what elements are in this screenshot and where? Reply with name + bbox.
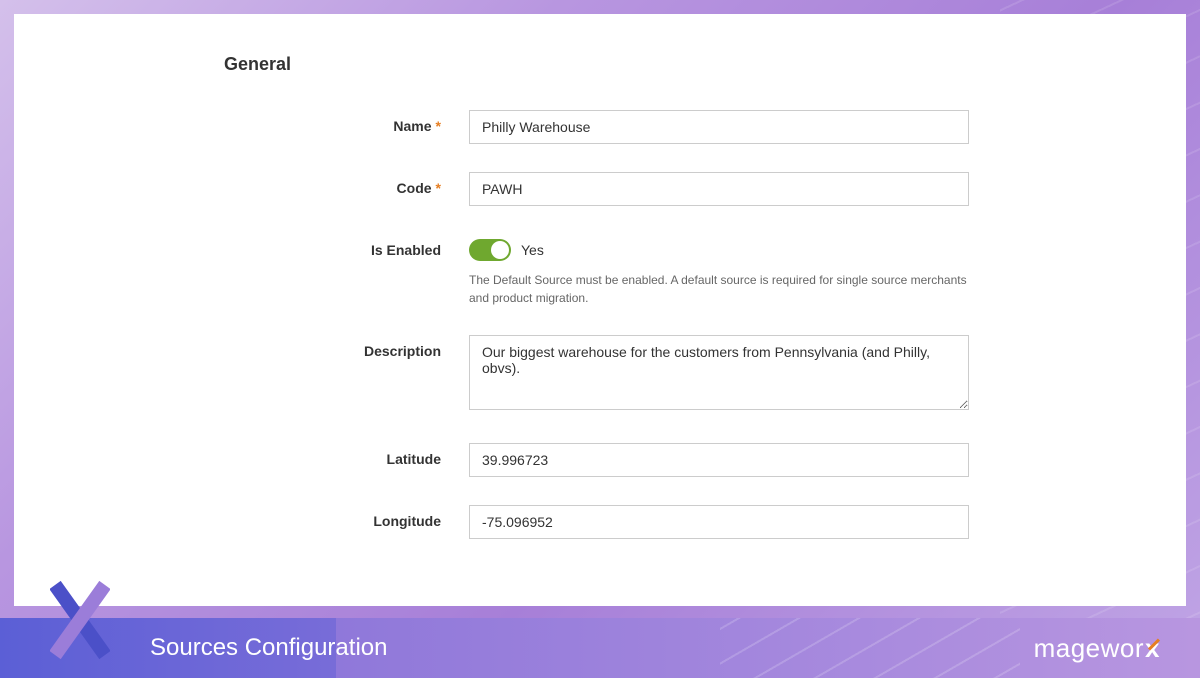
- field-latitude-row: Latitude: [74, 443, 1126, 477]
- is-enabled-label: Is Enabled: [74, 234, 469, 258]
- field-description-row: Description: [74, 335, 1126, 415]
- name-label: Name*: [74, 110, 469, 134]
- code-input[interactable]: [469, 172, 969, 206]
- footer-bar: Sources Configuration mageworx: [0, 618, 1200, 678]
- brand-logo: mageworx: [1034, 633, 1160, 664]
- description-textarea[interactable]: [469, 335, 969, 410]
- field-code-row: Code*: [74, 172, 1126, 206]
- field-name-row: Name*: [74, 110, 1126, 144]
- footer-decorative-stripes: [720, 618, 1020, 678]
- longitude-label: Longitude: [74, 505, 469, 529]
- field-longitude-row: Longitude: [74, 505, 1126, 539]
- page-background: General Name* Code* Is Enabled: [0, 0, 1200, 678]
- latitude-input[interactable]: [469, 443, 969, 477]
- longitude-input[interactable]: [469, 505, 969, 539]
- latitude-label: Latitude: [74, 443, 469, 467]
- footer-title: Sources Configuration: [150, 634, 387, 662]
- brand-x-icon: [50, 580, 110, 660]
- is-enabled-toggle[interactable]: [469, 239, 511, 261]
- required-star-icon: *: [436, 180, 441, 196]
- toggle-knob-icon: [491, 241, 509, 259]
- required-star-icon: *: [436, 118, 441, 134]
- code-label: Code*: [74, 172, 469, 196]
- brand-logo-x: x: [1145, 633, 1160, 664]
- name-input[interactable]: [469, 110, 969, 144]
- form-panel: General Name* Code* Is Enabled: [14, 14, 1186, 606]
- field-enabled-row: Is Enabled Yes The Default Source must b…: [74, 234, 1126, 307]
- is-enabled-helper: The Default Source must be enabled. A de…: [469, 271, 969, 307]
- is-enabled-state: Yes: [521, 242, 544, 258]
- description-label: Description: [74, 335, 469, 359]
- section-title: General: [224, 54, 1126, 75]
